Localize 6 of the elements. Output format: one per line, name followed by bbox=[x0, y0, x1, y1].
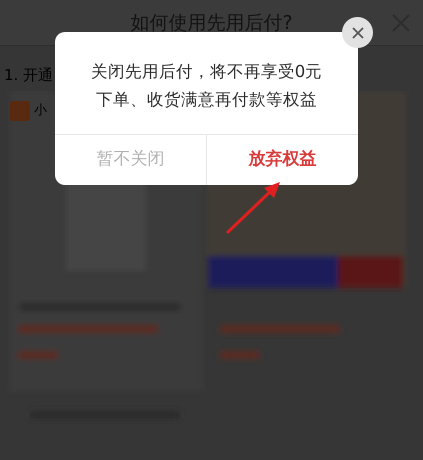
dialog-message-line: 下单、收货满意再付款等权益 bbox=[96, 89, 317, 111]
dialog-message-line: 关闭先用后付，将不再享受0元 bbox=[90, 61, 322, 83]
shop-name: 小 bbox=[34, 102, 47, 120]
close-icon bbox=[352, 26, 364, 38]
shop-logo-icon bbox=[10, 101, 30, 121]
annotation-arrow bbox=[224, 180, 282, 236]
